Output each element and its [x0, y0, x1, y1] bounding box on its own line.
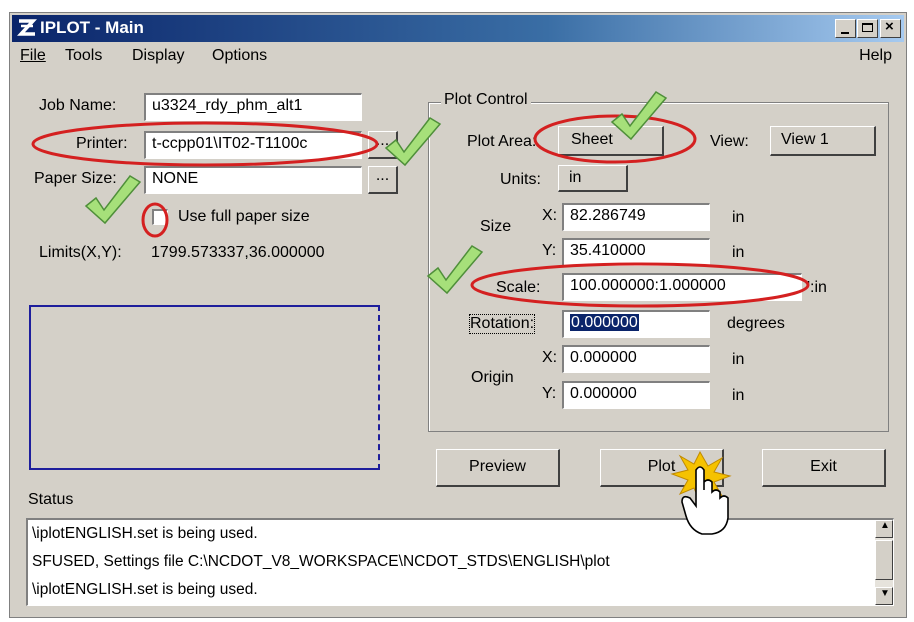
close-button[interactable]: ×: [880, 18, 901, 38]
use-full-paper-checkbox[interactable]: [152, 209, 168, 225]
size-x-field[interactable]: 82.286749: [562, 203, 710, 231]
status-line: \iplotENGLISH.set is being used.: [32, 581, 258, 598]
origin-y-label: Y:: [542, 385, 557, 402]
size-y-label: Y:: [542, 242, 557, 259]
plot-preview-area: [29, 305, 380, 470]
menu-help[interactable]: Help: [859, 47, 892, 65]
close-icon: ×: [885, 18, 894, 35]
menu-tools[interactable]: Tools: [65, 47, 102, 65]
scroll-down-button[interactable]: ▼: [875, 587, 893, 605]
menu-bar: File Tools Display Options Help: [12, 44, 904, 68]
origin-y-unit: in: [732, 387, 745, 404]
plot-button[interactable]: Plot: [600, 449, 724, 487]
maximize-icon: [862, 23, 873, 32]
plot-area-dropdown[interactable]: Sheet: [558, 126, 664, 156]
paper-size-label: Paper Size:: [34, 170, 117, 187]
status-line: SFUSED, Settings file C:\NCDOT_V8_WORKSP…: [32, 553, 610, 570]
iplot-app-icon: [17, 19, 37, 36]
paper-size-browse-button[interactable]: ...: [368, 166, 398, 194]
view-label: View:: [710, 133, 749, 150]
origin-y-field[interactable]: 0.000000: [562, 381, 710, 409]
origin-label: Origin: [471, 369, 514, 386]
size-y-field[interactable]: 35.410000: [562, 238, 710, 266]
scroll-thumb[interactable]: [875, 540, 893, 580]
units-dropdown[interactable]: in: [558, 165, 628, 192]
scale-unit: ':in: [807, 279, 827, 296]
rotation-label: Rotation:: [468, 314, 536, 334]
menu-display[interactable]: Display: [132, 47, 184, 65]
size-y-unit: in: [732, 244, 745, 261]
preview-button[interactable]: Preview: [436, 449, 560, 487]
limits-value: 1799.573337,36.000000: [151, 244, 325, 261]
paper-size-field[interactable]: NONE: [144, 166, 362, 194]
job-name-label: Job Name:: [39, 97, 117, 114]
scale-label: Scale:: [496, 279, 541, 296]
printer-field[interactable]: t-ccpp01\IT02-T1100c: [144, 131, 362, 159]
scroll-up-button[interactable]: ▲: [875, 520, 893, 538]
plot-control-title: Plot Control: [441, 91, 531, 109]
menu-options[interactable]: Options: [212, 47, 267, 65]
printer-browse-button[interactable]: ...: [368, 131, 398, 159]
scroll-up-icon: ▲: [880, 520, 890, 531]
view-dropdown[interactable]: View 1: [770, 126, 876, 156]
limits-label: Limits(X,Y):: [39, 244, 122, 261]
minimize-icon: [841, 32, 849, 34]
menu-file[interactable]: File: [20, 47, 46, 65]
status-log[interactable]: \iplotENGLISH.set is being used. SFUSED,…: [26, 518, 894, 606]
size-x-unit: in: [732, 209, 745, 226]
minimize-button[interactable]: [835, 19, 856, 38]
origin-x-field[interactable]: 0.000000: [562, 345, 710, 373]
units-label: Units:: [500, 171, 541, 188]
scroll-down-icon: ▼: [880, 588, 890, 599]
origin-x-label: X:: [542, 349, 558, 366]
status-label: Status: [28, 491, 74, 508]
exit-button[interactable]: Exit: [762, 449, 886, 487]
status-scrollbar[interactable]: ▲ ▼: [875, 520, 893, 605]
job-name-field[interactable]: u3324_rdy_phm_alt1: [144, 93, 362, 121]
status-line: \iplotENGLISH.set is being used.: [32, 525, 258, 542]
use-full-paper-label[interactable]: Use full paper size: [178, 208, 310, 226]
rotation-unit: degrees: [727, 315, 785, 332]
rotation-value: 0.000000: [570, 314, 639, 331]
origin-x-unit: in: [732, 351, 745, 368]
printer-label: Printer:: [76, 135, 128, 152]
maximize-button[interactable]: [857, 19, 878, 38]
title-bar[interactable]: IPLOT - Main ×: [12, 15, 904, 42]
iplot-main-window: IPLOT - Main × File Tools Display Option…: [9, 12, 907, 618]
size-label: Size: [480, 218, 512, 235]
rotation-field[interactable]: 0.000000: [562, 310, 710, 338]
size-x-label: X:: [542, 207, 558, 224]
scale-field[interactable]: 100.000000:1.000000: [562, 273, 802, 301]
window-title: IPLOT - Main: [40, 18, 144, 37]
plot-area-label: Plot Area:: [467, 133, 537, 150]
